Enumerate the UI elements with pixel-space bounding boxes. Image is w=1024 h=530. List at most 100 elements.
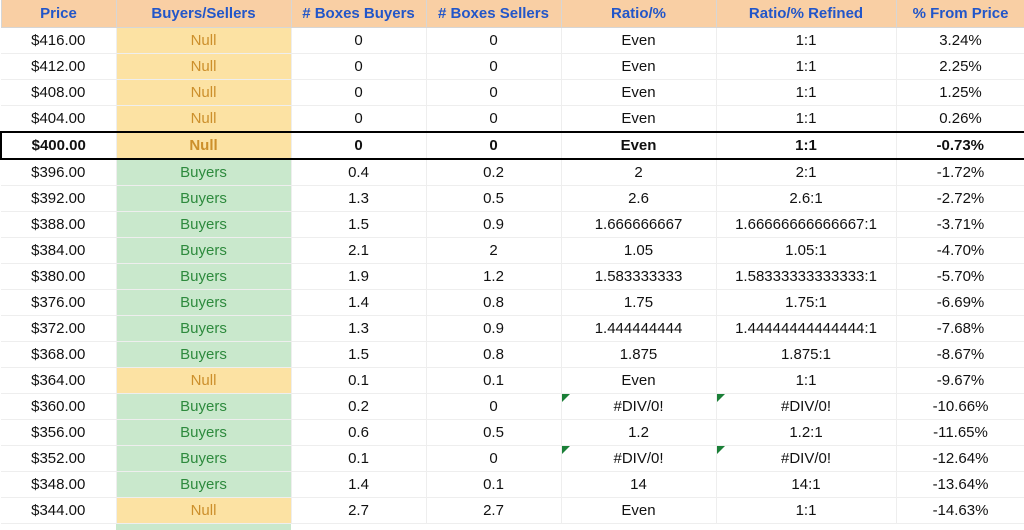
cell-ratio[interactable]: Even	[561, 80, 716, 106]
col-buyers-sellers[interactable]: Buyers/Sellers	[116, 0, 291, 28]
cell-price[interactable]: $388.00	[1, 212, 116, 238]
cell-from-price[interactable]: -3.71%	[896, 212, 1024, 238]
cell-ratio[interactable]: 2	[561, 159, 716, 186]
col-ratio[interactable]: Ratio/%	[561, 0, 716, 28]
cell-price[interactable]: $360.00	[1, 394, 116, 420]
cell-boxes-sellers[interactable]: 1.2	[426, 264, 561, 290]
cell-price[interactable]: $344.00	[1, 498, 116, 524]
cell-ratio[interactable]: #DIV/0!	[561, 446, 716, 472]
cell-ratio-refined[interactable]: 1:1	[716, 498, 896, 524]
cell-ratio[interactable]: 14	[561, 472, 716, 498]
cell-from-price[interactable]: -6.69%	[896, 290, 1024, 316]
cell-ratio[interactable]: Even	[561, 132, 716, 159]
cell-price[interactable]: $412.00	[1, 54, 116, 80]
cell-ratio-refined[interactable]: 1:1	[716, 368, 896, 394]
cell-from-price[interactable]: -0.73%	[896, 132, 1024, 159]
table-row[interactable]: $416.00Null00Even1:13.24%	[1, 28, 1024, 54]
cell-price[interactable]: $376.00	[1, 290, 116, 316]
cell-buyers-sellers[interactable]: Null	[116, 132, 291, 159]
cell-ratio-refined[interactable]: 1.58333333333333:1	[716, 264, 896, 290]
cell-ratio-refined[interactable]: 14:1	[716, 472, 896, 498]
col-price[interactable]: Price	[1, 0, 116, 28]
table-row[interactable]: $412.00Null00Even1:12.25%	[1, 54, 1024, 80]
cell-boxes-sellers[interactable]: 0.1	[426, 472, 561, 498]
cell-buyers-sellers[interactable]: Buyers	[116, 186, 291, 212]
cell-ratio-refined[interactable]: 1.2:1	[716, 420, 896, 446]
table-row[interactable]: $392.00Buyers1.30.52.62.6:1-2.72%	[1, 186, 1024, 212]
cell-from-price[interactable]: -8.67%	[896, 342, 1024, 368]
cell-buyers-sellers[interactable]: Buyers	[116, 472, 291, 498]
cell-buyers-sellers[interactable]: Null	[116, 28, 291, 54]
cell-ratio-refined[interactable]: 1.05:1	[716, 238, 896, 264]
cell-boxes-sellers[interactable]: 0.8	[426, 342, 561, 368]
cell-boxes-buyers[interactable]: 0	[291, 28, 426, 54]
cell-boxes-buyers[interactable]: 0.1	[291, 368, 426, 394]
cell-ratio-refined[interactable]: 1:1	[716, 132, 896, 159]
cell-boxes-sellers[interactable]: 0	[426, 80, 561, 106]
cell-boxes-buyers[interactable]: 1.4	[291, 472, 426, 498]
cell-from-price[interactable]: -9.67%	[896, 368, 1024, 394]
cell-from-price[interactable]: 0.26%	[896, 106, 1024, 133]
cell-ratio[interactable]: 1.444444444	[561, 316, 716, 342]
cell-boxes-buyers[interactable]: 0	[291, 106, 426, 133]
cell-boxes-buyers[interactable]: 0	[291, 132, 426, 159]
cell-ratio-refined[interactable]: 2:1	[716, 159, 896, 186]
cell-boxes-buyers[interactable]: 2.7	[291, 498, 426, 524]
cell-boxes-sellers[interactable]: 0.8	[426, 290, 561, 316]
cell-buyers-sellers[interactable]: Buyers	[116, 238, 291, 264]
cell-ratio-refined[interactable]: 1.875:1	[716, 342, 896, 368]
cell-boxes-sellers[interactable]: 0	[426, 446, 561, 472]
col-from-price[interactable]: % From Price	[896, 0, 1024, 28]
cell-from-price[interactable]: -11.65%	[896, 420, 1024, 446]
cell-price[interactable]: $392.00	[1, 186, 116, 212]
cell-boxes-buyers[interactable]: 1.5	[291, 212, 426, 238]
cell-buyers-sellers[interactable]: Null	[116, 54, 291, 80]
cell-boxes-buyers[interactable]: 2.1	[291, 238, 426, 264]
cell-price[interactable]: $404.00	[1, 106, 116, 133]
cell-buyers-sellers[interactable]: Buyers	[116, 290, 291, 316]
table-row[interactable]: $360.00Buyers0.20#DIV/0!#DIV/0!-10.66%	[1, 394, 1024, 420]
cell-buyers-sellers[interactable]: Null	[116, 80, 291, 106]
cell-price[interactable]: $352.00	[1, 446, 116, 472]
cell-price[interactable]: $408.00	[1, 80, 116, 106]
cell-price[interactable]: $364.00	[1, 368, 116, 394]
cell-from-price[interactable]: 3.24%	[896, 28, 1024, 54]
cell-from-price[interactable]: -5.70%	[896, 264, 1024, 290]
cell-ratio-refined[interactable]: 1.44444444444444:1	[716, 316, 896, 342]
table-row[interactable]: $404.00Null00Even1:10.26%	[1, 106, 1024, 133]
cell-boxes-buyers[interactable]: 0.4	[291, 159, 426, 186]
cell-price[interactable]: $356.00	[1, 420, 116, 446]
cell-boxes-buyers[interactable]: 0.6	[291, 420, 426, 446]
cell-ratio-refined[interactable]: #DIV/0!	[716, 394, 896, 420]
cell-from-price[interactable]: -1.72%	[896, 159, 1024, 186]
cell-ratio[interactable]: 1.2	[561, 420, 716, 446]
cell-boxes-buyers[interactable]: 0	[291, 54, 426, 80]
cell-boxes-sellers[interactable]: 2.7	[426, 498, 561, 524]
table-row[interactable]: $380.00Buyers1.91.21.5833333331.58333333…	[1, 264, 1024, 290]
cell-buyers-sellers[interactable]: Buyers	[116, 316, 291, 342]
cell-boxes-sellers[interactable]: 0.5	[426, 420, 561, 446]
cell-buyers-sellers[interactable]: Null	[116, 106, 291, 133]
table-row[interactable]: $396.00Buyers0.40.222:1-1.72%	[1, 159, 1024, 186]
cell-boxes-buyers[interactable]: 1.9	[291, 264, 426, 290]
cell-boxes-buyers[interactable]: 1.3	[291, 316, 426, 342]
cell-ratio[interactable]: 1.583333333	[561, 264, 716, 290]
cell-boxes-sellers[interactable]: 0	[426, 28, 561, 54]
cell-boxes-buyers[interactable]: 0	[291, 80, 426, 106]
cell-ratio[interactable]: Even	[561, 28, 716, 54]
cell-boxes-sellers[interactable]: 0.1	[426, 368, 561, 394]
cell-boxes-sellers[interactable]: 0	[426, 394, 561, 420]
cell-buyers-sellers[interactable]: Buyers	[116, 212, 291, 238]
col-boxes-buyers[interactable]: # Boxes Buyers	[291, 0, 426, 28]
cell-ratio-refined[interactable]: 1:1	[716, 28, 896, 54]
cell-ratio[interactable]: Even	[561, 498, 716, 524]
cell-price[interactable]: $368.00	[1, 342, 116, 368]
cell-price[interactable]: $372.00	[1, 316, 116, 342]
cell-from-price[interactable]: -4.70%	[896, 238, 1024, 264]
cell-from-price[interactable]: 1.25%	[896, 80, 1024, 106]
table-row[interactable]: $388.00Buyers1.50.91.6666666671.66666666…	[1, 212, 1024, 238]
cell-buyers-sellers[interactable]: Buyers	[116, 394, 291, 420]
cell-from-price[interactable]: -12.64%	[896, 446, 1024, 472]
cell-boxes-buyers[interactable]: 1.3	[291, 186, 426, 212]
cell-from-price[interactable]: -13.64%	[896, 472, 1024, 498]
